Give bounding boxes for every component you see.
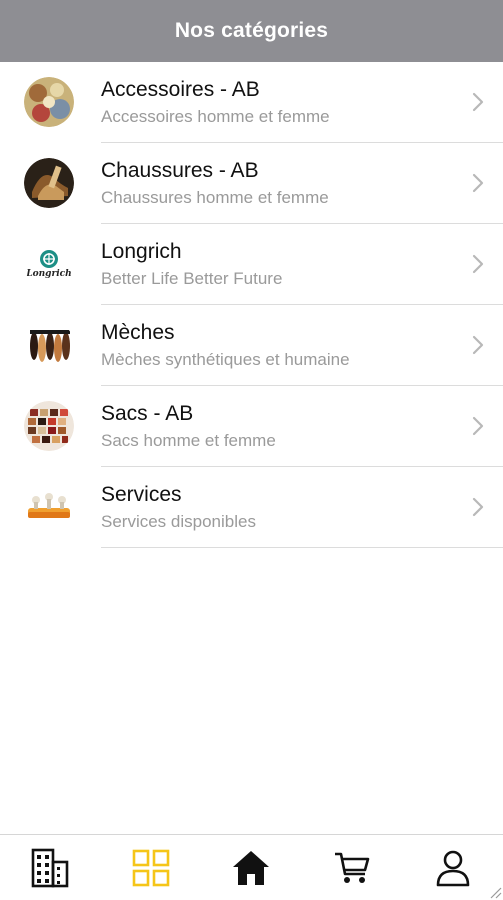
category-row-chaussures[interactable]: Chaussures - AB Chaussures homme et femm…: [0, 143, 503, 224]
category-row-accessoires[interactable]: Accessoires - AB Accessoires homme et fe…: [0, 62, 503, 143]
top-bar: Nos catégories: [0, 0, 503, 62]
tab-account[interactable]: [423, 838, 483, 898]
bottom-tab-bar: [0, 834, 503, 900]
chevron-right-icon: [472, 416, 484, 436]
resize-grip-icon[interactable]: [488, 885, 502, 899]
building-icon: [31, 848, 69, 887]
category-subtitle: Mèches synthétiques et humaine: [101, 350, 350, 369]
category-title: Services: [101, 483, 182, 506]
tab-cart[interactable]: [322, 838, 382, 898]
hair-extensions-thumbnail: [24, 320, 74, 370]
category-row-longrich[interactable]: Longrich Longrich Better Life Better Fut…: [0, 224, 503, 305]
longrich-logo: Longrich: [24, 239, 74, 289]
page-title: Nos catégories: [174, 19, 329, 42]
category-title: Mèches: [101, 321, 175, 344]
chevron-right-icon: [472, 173, 484, 193]
chevron-right-icon: [472, 92, 484, 112]
tab-home[interactable]: [221, 838, 281, 898]
category-subtitle: Better Life Better Future: [101, 269, 283, 288]
category-title: Longrich: [101, 240, 182, 263]
category-title: Sacs - AB: [101, 402, 194, 425]
tab-stores[interactable]: [20, 838, 80, 898]
cart-icon: [335, 852, 370, 883]
category-row-meches[interactable]: Mèches Mèches synthétiques et humaine: [0, 305, 503, 386]
category-list: Accessoires - AB Accessoires homme et fe…: [0, 62, 503, 548]
accessories-thumbnail: [24, 77, 74, 127]
category-row-services[interactable]: Services Services disponibles: [0, 467, 503, 548]
category-subtitle: Accessoires homme et femme: [101, 107, 330, 126]
tab-categories[interactable]: [121, 838, 181, 898]
category-subtitle: Sacs homme et femme: [101, 431, 276, 450]
user-icon: [436, 850, 469, 886]
chevron-right-icon: [472, 497, 484, 517]
category-subtitle: Chaussures homme et femme: [101, 188, 329, 207]
bags-thumbnail: [24, 401, 74, 451]
category-title: Accessoires - AB: [101, 78, 260, 101]
category-title: Chaussures - AB: [101, 159, 259, 182]
home-icon: [233, 850, 270, 885]
chevron-right-icon: [472, 254, 484, 274]
category-subtitle: Services disponibles: [101, 512, 256, 531]
shoes-thumbnail: [24, 158, 74, 208]
grid-icon: [132, 849, 170, 886]
chevron-right-icon: [472, 335, 484, 355]
longrich-logo-text: Longrich: [26, 268, 72, 279]
category-row-sacs[interactable]: Sacs - AB Sacs homme et femme: [0, 386, 503, 467]
services-thumbnail: [24, 482, 74, 532]
